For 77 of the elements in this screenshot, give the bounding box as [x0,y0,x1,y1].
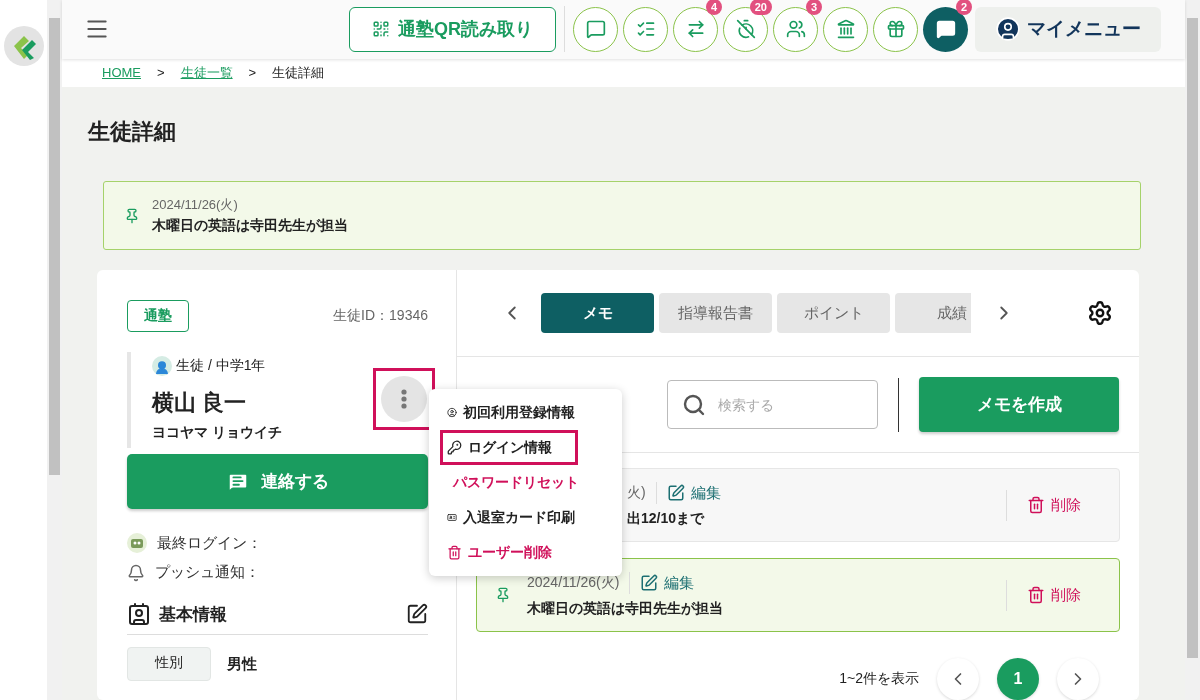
contact-button[interactable]: 連絡する [127,454,428,509]
tab[interactable]: 成績 [895,293,971,333]
header-icon-button[interactable] [823,6,868,52]
memo-text: 木曜日の英語は寺田先生が担当 [527,600,724,618]
tab[interactable]: 指導報告書 [659,293,772,333]
avatar-icon [152,356,172,376]
menu-item[interactable]: ユーザー削除 [440,535,578,570]
key-icon [447,440,462,455]
user-circle-icon [995,16,1021,43]
status-tag: 通塾 [127,300,189,332]
pin-icon [495,587,511,603]
breadcrumb-link[interactable]: HOME [102,65,141,81]
delete-button[interactable]: 削除 [1006,489,1119,521]
notice-text: 木曜日の英語は寺田先生が担当 [152,217,348,235]
last-login-label: 最終ログイン： [157,533,262,553]
trash-icon [447,545,462,560]
memo-date: 火) [627,484,646,502]
count-badge: 2 [955,0,972,15]
student-name: 横山 良一 [152,389,248,417]
trash-icon [1027,496,1045,514]
count-badge: 3 [805,0,822,15]
edit-link[interactable]: 編集 [666,483,721,503]
device-icon [127,533,147,553]
page-title: 生徒詳細 [88,118,177,146]
breadcrumb-current: 生徒詳細 [272,63,325,82]
gift-icon [885,19,906,40]
tab[interactable]: ポイント [777,293,890,333]
student-role: 生徒 / 中学1年 [176,357,266,375]
page-button[interactable]: 1 [997,658,1039,700]
search-field[interactable]: 検索する [667,380,878,429]
trash-icon [1027,586,1045,604]
result-count: 1~2件を表示 [839,670,919,688]
memo-date: 2024/11/26(火) [527,574,620,592]
profile-card-icon [127,602,151,626]
chat-icon [935,19,956,40]
pin-icon [124,207,140,224]
info-label: 性別 [127,647,211,681]
breadcrumb-separator: > [157,65,165,81]
edit-link[interactable]: 編集 [640,573,695,593]
count-badge: 4 [705,0,722,15]
menu-item[interactable]: 初回利用登録情報 [440,395,578,430]
chat-icon [585,19,606,40]
info-value: 男性 [227,654,257,674]
timer-off-icon [735,19,756,40]
more-button[interactable] [381,376,427,422]
more-icon [401,389,407,409]
header-icon-button[interactable] [573,6,618,52]
section-title: 基本情報 [159,603,227,626]
edit-icon [640,574,659,592]
bank-icon [835,19,856,40]
search-input[interactable]: 検索する [716,395,856,414]
logo-icon [3,26,44,66]
qr-code-icon [372,20,390,39]
breadcrumb-link[interactable]: 生徒一覧 [180,63,233,82]
header-icon-button[interactable] [873,6,918,52]
student-id: 生徒ID：19346 [333,307,428,325]
search-icon [682,392,706,417]
delete-button[interactable]: 削除 [1006,579,1119,611]
notice-date: 2024/11/26(火) [152,196,239,214]
my-menu-button[interactable]: マイメニュー [975,6,1161,52]
create-memo-button[interactable]: メモを作成 [919,377,1119,432]
memo-text: 出12/10まで [627,510,706,528]
tab[interactable]: メモ [541,293,654,333]
menu-item[interactable]: 入退室カード印刷 [440,500,578,535]
breadcrumb-separator: > [248,65,257,81]
edit-icon[interactable] [406,603,428,625]
menu-item[interactable]: パスワードリセット [440,465,578,500]
group-icon [785,19,806,40]
student-kana: ヨコヤマ リョウイチ [152,424,282,442]
user-circle-icon [447,405,457,420]
push-label: プッシュ通知： [155,563,260,582]
bell-icon [127,563,145,582]
edit-icon [666,484,685,502]
qr-scan-button[interactable]: 通塾QR読み取り [349,6,556,52]
menu-item[interactable]: ログイン情報 [440,430,578,465]
count-badge: 20 [749,0,772,15]
settings-icon[interactable] [1087,300,1113,326]
